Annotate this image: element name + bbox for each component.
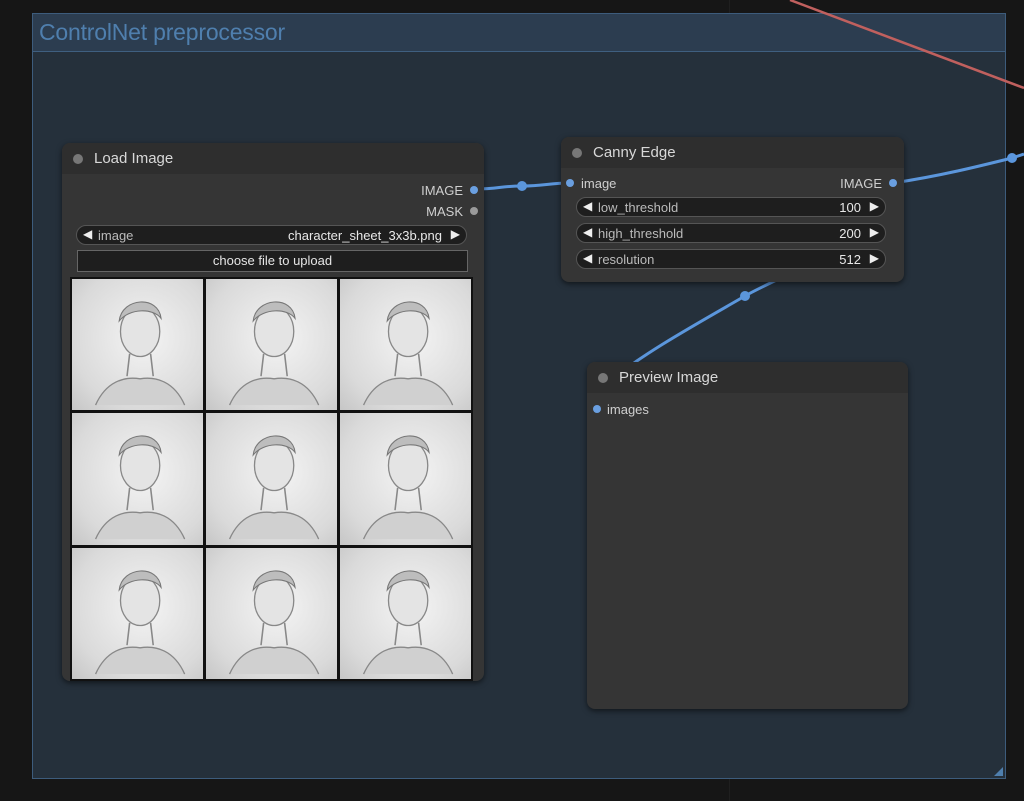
link-midpoint xyxy=(517,181,527,191)
portrait-cell xyxy=(206,547,337,679)
right-arrow-icon[interactable]: ▶ xyxy=(870,225,879,239)
widget-value: 512 xyxy=(839,252,861,267)
node-header[interactable]: Canny Edge xyxy=(561,137,904,168)
output-slot-mask[interactable] xyxy=(470,207,478,215)
high-threshold-widget[interactable]: ◀ high_threshold 200 ▶ xyxy=(576,223,886,243)
output-slot-image[interactable] xyxy=(470,186,478,194)
portrait-cell xyxy=(206,413,337,545)
widget-label: high_threshold xyxy=(598,226,684,241)
widget-value: 100 xyxy=(839,200,861,215)
output-slot-image[interactable] xyxy=(889,179,897,187)
node-header[interactable]: Load Image xyxy=(62,143,484,174)
node-title: Preview Image xyxy=(619,369,719,386)
node-title: Canny Edge xyxy=(593,144,676,161)
widget-value: 200 xyxy=(839,226,861,241)
image-combo-widget[interactable]: ◀ image character_sheet_3x3b.png ▶ xyxy=(76,225,467,245)
widget-label: image xyxy=(98,228,134,243)
collapse-dot[interactable] xyxy=(598,373,608,383)
right-arrow-icon[interactable]: ▶ xyxy=(451,227,460,241)
input-label-images: images xyxy=(607,402,649,417)
node-title: Load Image xyxy=(94,150,174,167)
left-arrow-icon[interactable]: ◀ xyxy=(83,227,92,241)
node-header[interactable]: Preview Image xyxy=(587,362,908,393)
collapse-dot[interactable] xyxy=(73,154,83,164)
output-label-image: IMAGE xyxy=(421,183,463,198)
output-label-image: IMAGE xyxy=(840,176,882,191)
right-arrow-icon[interactable]: ▶ xyxy=(870,199,879,213)
widget-value: character_sheet_3x3b.png xyxy=(288,228,442,243)
resolution-widget[interactable]: ◀ resolution 512 ▶ xyxy=(576,249,886,269)
upload-button[interactable]: choose file to upload xyxy=(77,250,468,272)
image-preview xyxy=(70,277,473,681)
link-external xyxy=(789,0,1024,90)
portrait-cell xyxy=(72,547,203,679)
left-arrow-icon[interactable]: ◀ xyxy=(583,225,592,239)
input-slot-images[interactable] xyxy=(593,405,601,413)
portrait-cell xyxy=(72,413,203,545)
left-arrow-icon[interactable]: ◀ xyxy=(583,199,592,213)
portrait-cell xyxy=(206,279,337,411)
collapse-dot[interactable] xyxy=(572,148,582,158)
link-canny-out xyxy=(892,152,1024,185)
portrait-cell xyxy=(340,279,471,411)
portrait-cell xyxy=(340,413,471,545)
canny-edge-node[interactable]: Canny Edge image IMAGE ◀ low_threshold 1… xyxy=(561,137,904,282)
input-slot-image[interactable] xyxy=(566,179,574,187)
portrait-cell xyxy=(72,279,203,411)
output-label-mask: MASK xyxy=(426,204,463,219)
widget-label: resolution xyxy=(598,252,655,267)
low-threshold-widget[interactable]: ◀ low_threshold 100 ▶ xyxy=(576,197,886,217)
right-arrow-icon[interactable]: ▶ xyxy=(870,251,879,265)
load-image-node[interactable]: Load Image IMAGE MASK ◀ image character_… xyxy=(62,143,484,681)
left-arrow-icon[interactable]: ◀ xyxy=(583,251,592,265)
widget-label: low_threshold xyxy=(598,200,679,215)
portrait-cell xyxy=(340,547,471,679)
input-label-image: image xyxy=(581,176,617,191)
link-midpoint xyxy=(740,291,750,301)
link-midpoint xyxy=(1007,153,1017,163)
preview-image-node[interactable]: Preview Image images xyxy=(587,362,908,709)
